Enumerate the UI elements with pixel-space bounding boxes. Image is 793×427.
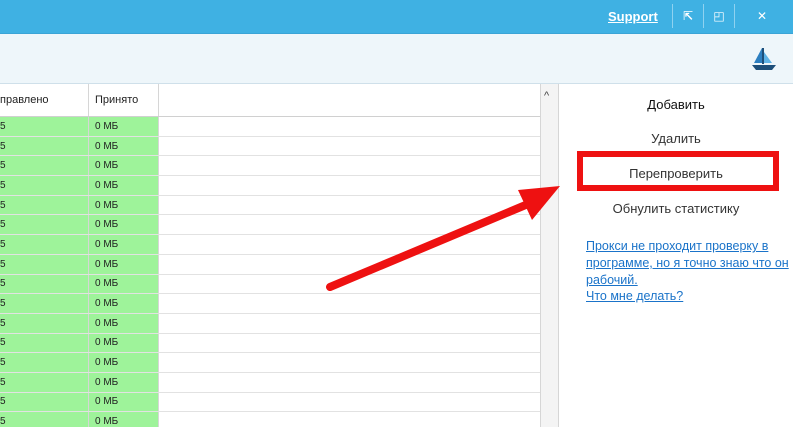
cell-sent: 5	[0, 294, 89, 313]
table-row[interactable]: 50 МБ	[0, 313, 540, 334]
maximize-icon: ◰	[713, 9, 725, 23]
cell-received: 0 МБ	[89, 372, 159, 392]
cell-received: 0 МБ	[89, 392, 159, 412]
cell-received: 0 МБ	[89, 117, 159, 136]
cell-received: 0 МБ	[89, 294, 159, 313]
table-row[interactable]: 50 МБ	[0, 353, 540, 373]
table-body: 50 МБ 5 0 МБ 5 0 МБ 5 0 МБ 5 0 МБ 5 0 МБ 5 0 МБ 5 0 МБ…	[0, 117, 540, 427]
table-row[interactable]: 50 МБ	[0, 195, 540, 216]
cell-empty	[159, 275, 540, 294]
cell-sent: 5	[0, 235, 89, 254]
table-row[interactable]: 50 МБ	[0, 235, 540, 255]
cell-sent: 5	[0, 156, 89, 176]
annotation-highlight-box	[577, 151, 779, 191]
table-row[interactable]: 50 МБ	[0, 392, 540, 413]
proxy-table: правлено Принято 50 МБ 5 0 МБ 5 0 МБ 5 0 МБ 5 0 …	[0, 84, 541, 427]
table-row[interactable]: 50 МБ	[0, 333, 540, 354]
cell-empty	[159, 314, 540, 333]
cell-empty	[159, 373, 540, 392]
cell-empty	[159, 334, 540, 353]
cell-sent: 5	[0, 333, 89, 353]
cell-empty	[159, 176, 540, 195]
support-link[interactable]: Support	[608, 9, 658, 24]
cell-sent: 5	[0, 313, 89, 333]
title-bar: Support ⇱ ◰ ✕	[0, 0, 793, 34]
scroll-up-icon[interactable]: ^	[544, 90, 549, 102]
table-row[interactable]: 50 МБ	[0, 215, 540, 236]
close-icon: ✕	[756, 9, 768, 23]
toolbar	[0, 34, 793, 84]
table-row[interactable]: 50 МБ	[0, 156, 540, 177]
cell-sent: 5	[0, 117, 89, 136]
table-row[interactable]: 50 МБ	[0, 274, 540, 295]
cell-empty	[159, 353, 540, 372]
cell-received: 0 МБ	[89, 215, 159, 235]
cell-sent: 5	[0, 176, 89, 195]
table-row[interactable]: 50 МБ	[0, 372, 540, 393]
help-question-link[interactable]: Что мне делать?	[586, 289, 683, 303]
cell-received: 0 МБ	[89, 313, 159, 333]
table-row[interactable]: 50 МБ	[0, 136, 540, 157]
cell-empty	[159, 117, 540, 136]
cell-received: 0 МБ	[89, 274, 159, 294]
cell-empty	[159, 196, 540, 215]
cell-empty	[159, 393, 540, 412]
reset-stats-button[interactable]: Обнулить статистику	[559, 201, 793, 216]
cell-sent: 5	[0, 274, 89, 294]
column-received[interactable]: Принято	[89, 84, 159, 116]
restore-button[interactable]: ⇱	[672, 4, 703, 28]
cell-empty	[159, 156, 540, 175]
close-button[interactable]: ✕	[734, 4, 789, 28]
cell-received: 0 МБ	[89, 136, 159, 156]
cell-empty	[159, 294, 540, 313]
cell-received: 0 МБ	[89, 412, 159, 427]
cell-sent: 5	[0, 215, 89, 235]
help-link[interactable]: Прокси не проходит проверку в программе,…	[586, 238, 791, 289]
table-row[interactable]: 50 МБ	[0, 117, 540, 137]
table-row[interactable]: 50 МБ	[0, 294, 540, 314]
cell-empty	[159, 137, 540, 156]
cell-received: 0 МБ	[89, 195, 159, 215]
maximize-button[interactable]: ◰	[703, 4, 734, 28]
cell-received: 0 МБ	[89, 353, 159, 372]
delete-button[interactable]: Удалить	[559, 131, 793, 146]
cell-sent: 5	[0, 372, 89, 392]
restore-icon: ⇱	[682, 9, 694, 23]
cell-sent: 5	[0, 254, 89, 274]
cell-sent: 5	[0, 392, 89, 412]
cell-sent: 5	[0, 136, 89, 156]
cell-empty	[159, 215, 540, 234]
vertical-scrollbar[interactable]: ^	[541, 84, 559, 427]
table-header: правлено Принято	[0, 84, 540, 117]
cell-received: 0 МБ	[89, 176, 159, 195]
table-row[interactable]: 50 МБ	[0, 176, 540, 196]
ship-icon[interactable]	[750, 46, 778, 72]
table-row[interactable]: 50 МБ	[0, 254, 540, 275]
cell-empty	[159, 255, 540, 274]
add-button[interactable]: Добавить	[559, 97, 793, 112]
cell-received: 0 МБ	[89, 156, 159, 176]
cell-sent: 5	[0, 353, 89, 372]
cell-empty	[159, 235, 540, 254]
column-sent[interactable]: правлено	[0, 84, 89, 116]
cell-sent: 5	[0, 195, 89, 215]
column-empty	[159, 84, 540, 116]
cell-received: 0 МБ	[89, 333, 159, 353]
cell-empty	[159, 412, 540, 427]
table-row[interactable]: 50 МБ	[0, 412, 540, 427]
cell-sent: 5	[0, 412, 89, 427]
cell-received: 0 МБ	[89, 235, 159, 254]
cell-received: 0 МБ	[89, 254, 159, 274]
